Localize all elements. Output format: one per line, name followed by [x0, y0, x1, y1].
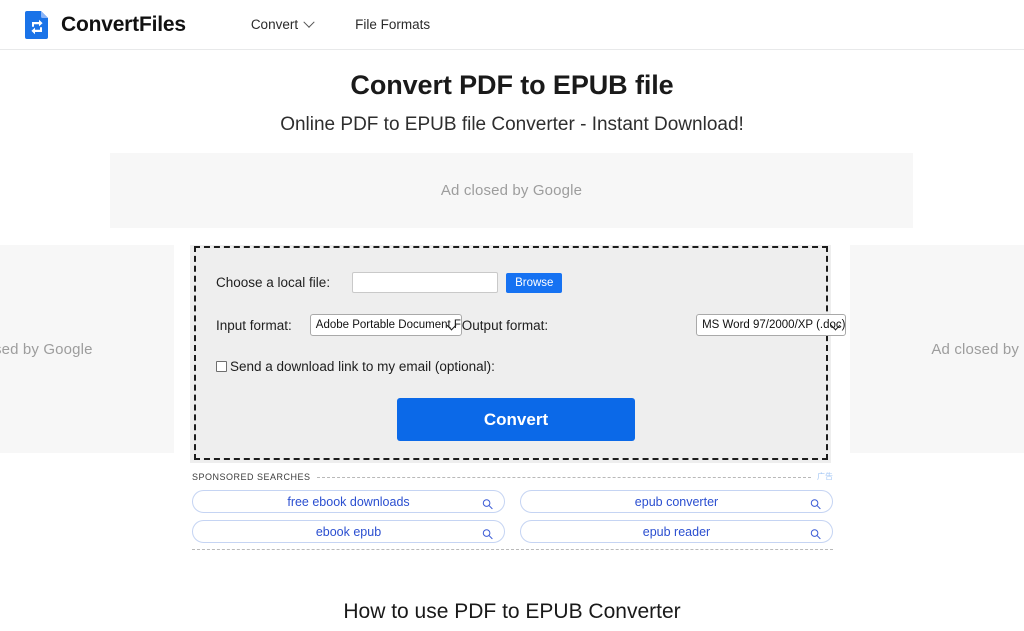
- input-format-value: Adobe Portable Document F: [316, 319, 461, 331]
- file-row: Choose a local file: Browse: [216, 272, 562, 293]
- brand-link[interactable]: ConvertFiles: [24, 10, 186, 40]
- ad-banner-right: Ad closed by Google: [850, 245, 1024, 453]
- email-row: Send a download link to my email (option…: [216, 359, 495, 374]
- email-checkbox[interactable]: [216, 361, 227, 372]
- main-nav: Convert File Formats: [251, 17, 430, 32]
- sponsored-pill-label: epub converter: [635, 495, 718, 509]
- sponsored-pill-grid: free ebook downloads epub converter: [192, 490, 833, 543]
- search-icon: [810, 526, 821, 537]
- ad-banner-top-text: Ad closed by Google: [441, 182, 582, 199]
- site-header: ConvertFiles Convert File Formats: [0, 0, 1024, 50]
- ad-banner-left-text: Ad closed by Google: [0, 341, 93, 358]
- output-format-label: Output format:: [462, 318, 548, 333]
- ad-banner-right-text: Ad closed by Google: [931, 341, 1024, 358]
- browse-button[interactable]: Browse: [506, 273, 562, 293]
- file-label: Choose a local file:: [216, 275, 330, 290]
- nav-item-file-formats[interactable]: File Formats: [355, 17, 430, 32]
- howto-heading: How to use PDF to EPUB Converter: [0, 600, 1024, 624]
- file-path-input[interactable]: [352, 272, 498, 293]
- sponsored-pill[interactable]: ebook epub: [192, 520, 505, 543]
- sponsored-header: SPONSORED SEARCHES 广告: [192, 470, 833, 484]
- ad-banner-top: Ad closed by Google: [110, 153, 913, 228]
- sponsored-pill-label: free ebook downloads: [287, 495, 409, 509]
- input-format-label: Input format:: [216, 318, 292, 333]
- sponsored-pill-label: ebook epub: [316, 525, 381, 539]
- page-subtitle: Online PDF to EPUB file Converter - Inst…: [0, 114, 1024, 136]
- sponsored-pill-label: epub reader: [643, 525, 710, 539]
- format-row: Input format: Adobe Portable Document F …: [216, 314, 846, 336]
- nav-item-file-formats-label: File Formats: [355, 17, 430, 32]
- ad-banner-left: Ad closed by Google: [0, 245, 174, 453]
- convert-button[interactable]: Convert: [397, 398, 635, 441]
- nav-item-convert-label: Convert: [251, 17, 298, 32]
- chevron-down-icon: [303, 16, 314, 27]
- converter-panel: Choose a local file: Browse Input format…: [190, 245, 831, 463]
- input-format-select[interactable]: Adobe Portable Document F: [310, 314, 462, 336]
- ad-badge-label[interactable]: 广告: [817, 473, 833, 481]
- brand-name: ConvertFiles: [61, 14, 186, 35]
- converter-form: Choose a local file: Browse Input format…: [194, 246, 828, 460]
- sponsored-pill[interactable]: free ebook downloads: [192, 490, 505, 513]
- sponsored-title: SPONSORED SEARCHES: [192, 472, 311, 482]
- nav-item-convert[interactable]: Convert: [251, 17, 313, 32]
- sponsored-bottom-divider: [192, 549, 833, 550]
- page-title: Convert PDF to EPUB file: [0, 70, 1024, 101]
- page-root: ConvertFiles Convert File Formats Conver…: [0, 0, 1024, 631]
- sponsored-pill[interactable]: epub reader: [520, 520, 833, 543]
- email-checkbox-label: Send a download link to my email (option…: [230, 359, 495, 374]
- document-convert-icon: [24, 10, 50, 40]
- output-format-select[interactable]: MS Word 97/2000/XP (.doc): [696, 314, 846, 336]
- sponsored-searches: SPONSORED SEARCHES 广告 free ebook downloa…: [192, 470, 833, 550]
- output-format-value: MS Word 97/2000/XP (.doc): [702, 319, 845, 331]
- sponsored-divider: [317, 477, 811, 478]
- search-icon: [482, 526, 493, 537]
- search-icon: [482, 496, 493, 507]
- search-icon: [810, 496, 821, 507]
- sponsored-pill[interactable]: epub converter: [520, 490, 833, 513]
